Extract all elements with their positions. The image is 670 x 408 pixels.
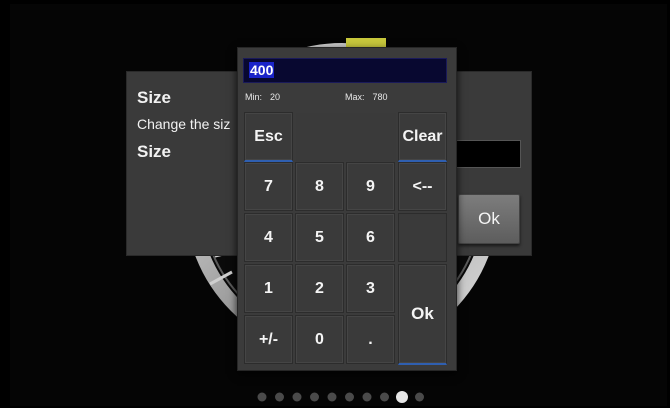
key-3[interactable]: 3 [346, 264, 395, 313]
dialog-title: Size [137, 88, 172, 107]
decimal-point-key[interactable]: . [346, 315, 395, 364]
max-range: Max: 780 [345, 92, 388, 102]
key-1[interactable]: 1 [244, 264, 293, 313]
page-dot[interactable] [380, 392, 389, 402]
key-4[interactable]: 4 [244, 213, 293, 262]
numeric-keypad: 400 Min: 20 Max: 780 Esc Clear 7 8 9 <-- 4… [237, 47, 457, 371]
key-7[interactable]: 7 [244, 162, 293, 211]
min-range: Min: 20 [245, 92, 280, 102]
key-6[interactable]: 6 [346, 213, 395, 262]
page-dot[interactable] [327, 392, 337, 402]
clear-key[interactable]: Clear [398, 112, 447, 162]
dialog-ok-button[interactable]: Ok [458, 194, 520, 244]
page-dot[interactable] [345, 392, 354, 402]
min-label: Min: [245, 92, 263, 102]
backspace-key[interactable]: <-- [398, 162, 447, 211]
app-screen: Size Change the siz Size Ok 400 Min: 20 M… [10, 4, 667, 406]
key-8[interactable]: 8 [295, 162, 344, 211]
size-field-label: Size [137, 142, 172, 161]
keypad-spacer [295, 112, 397, 162]
page-dot[interactable] [257, 392, 267, 402]
key-2[interactable]: 2 [295, 264, 344, 313]
max-label: Max: [345, 92, 365, 102]
min-value: 20 [270, 92, 281, 102]
dialog-description: Change the siz [137, 116, 231, 132]
keypad-value: 400 [249, 62, 275, 78]
page-dot[interactable] [362, 392, 372, 402]
keypad-empty-slot [398, 213, 447, 262]
page-dot[interactable] [292, 392, 302, 402]
keypad-ok-key[interactable]: Ok [398, 264, 447, 365]
max-value: 780 [372, 92, 388, 102]
key-0[interactable]: 0 [295, 315, 344, 364]
key-9[interactable]: 9 [346, 162, 395, 211]
plus-minus-key[interactable]: +/- [244, 315, 293, 364]
page-dot-active[interactable] [396, 391, 408, 403]
key-5[interactable]: 5 [295, 213, 344, 262]
page-indicator [257, 391, 424, 403]
esc-key[interactable]: Esc [244, 112, 293, 162]
keypad-value-field[interactable]: 400 [243, 58, 447, 83]
page-dot[interactable] [275, 392, 284, 402]
size-input[interactable] [455, 140, 521, 168]
page-dot[interactable] [310, 392, 319, 402]
page-dot[interactable] [415, 392, 424, 402]
